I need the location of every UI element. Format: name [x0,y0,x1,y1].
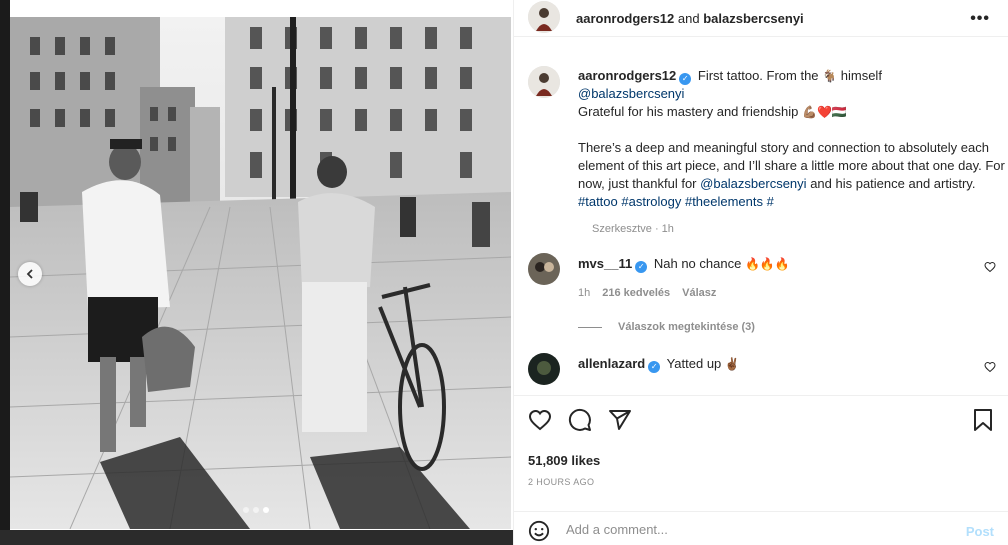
backdrop-left [0,0,10,545]
mention-link-2[interactable]: @balazsbercsenyi [700,176,806,191]
carousel-dot-active [263,507,269,513]
comment-item: allenlazard ✓ Yatted up ✌🏾 [514,353,1008,385]
post-header: aaronrodgers12 and balazsbercsenyi ••• [514,0,1008,37]
comment-input[interactable] [566,518,946,540]
coauthor-username-link[interactable]: balazsbercsenyi [703,11,803,26]
comment-meta: 1h 216 kedvelés Válasz [578,287,1008,299]
and-text: and [677,10,700,26]
caption-line2-emoji: 💪🏽❤️🇭🇺 [802,105,847,119]
commenter-avatar[interactable] [528,353,560,385]
caption-avatar[interactable] [528,66,560,98]
caption-para-end: and his patience and artistry. [810,176,976,191]
comment-item: mvs__11 ✓ Nah no chance 🔥🔥🔥 1h 216 kedvel… [514,253,1008,333]
emoji-icon[interactable] [528,520,550,542]
bookmark-icon[interactable] [972,408,994,432]
share-icon[interactable] [608,408,632,432]
caption-edited-time: Szerkesztve · 1h [592,223,674,235]
hashtags[interactable]: #tattoo #astrology #theelements # [578,194,774,209]
action-bar [514,395,1008,445]
chevron-left-icon [26,269,33,279]
photo-scene [10,17,511,529]
comment-like-heart-icon[interactable] [984,261,996,273]
view-replies-button[interactable]: Válaszok megtekintése (3) [578,321,1008,333]
post-authors: aaronrodgers12 and balazsbercsenyi [576,11,804,26]
post-button[interactable]: Post [966,524,994,539]
verified-badge-icon: ✓ [648,361,661,373]
backdrop-bottom [0,530,513,545]
commenter-avatar[interactable] [528,253,560,285]
comment-like-heart-icon[interactable] [984,361,996,373]
comment-body: Nah no chance [653,256,742,271]
heart-icon[interactable] [528,408,552,432]
comment-text: mvs__11 ✓ Nah no chance 🔥🔥🔥 [578,253,1008,273]
fire-emoji: 🔥🔥🔥 [744,257,790,271]
verified-badge-icon: ✓ [679,73,692,85]
goat-emoji: 🐐 [822,69,838,83]
comment-time: 1h [578,287,591,299]
caption-username-link[interactable]: aaronrodgers12 [578,68,676,83]
author-avatar[interactable] [528,1,560,33]
view-replies-label: Válaszok megtekintése (3) [618,321,755,333]
replies-divider [578,326,602,328]
caption-text: aaronrodgers12 ✓ First tattoo. From the 🐐… [578,52,1008,211]
verified-badge-icon: ✓ [635,261,648,273]
caption-line1: First tattoo. From the [697,68,819,83]
more-options-icon[interactable]: ••• [970,10,990,28]
carousel-prev-button[interactable] [18,262,42,286]
caption-line2: Grateful for his mastery and friendship [578,104,799,119]
post-side-panel: aaronrodgers12 and balazsbercsenyi ••• a… [513,0,1008,545]
carousel-dot [253,507,259,513]
comments-scroll-area[interactable]: aaronrodgers12 ✓ First tattoo. From the 🐐… [514,52,1008,392]
carousel-dot [243,507,249,513]
add-comment-bar: Post [514,511,1008,545]
comment-username-link[interactable]: mvs__11 [578,256,632,271]
mention-link[interactable]: @balazsbercsenyi [578,86,684,101]
comment-username-link[interactable]: allenlazard [578,356,645,371]
caption-paragraph: There’s a deep and meaningful story and … [578,139,1008,211]
caption: aaronrodgers12 ✓ First tattoo. From the 🐐… [514,52,1008,235]
post-photo[interactable] [10,17,511,529]
caption-line1-end: himself [840,68,882,83]
comment-icon[interactable] [568,408,592,432]
comment-text: allenlazard ✓ Yatted up ✌🏾 [578,353,1008,373]
author-username-link[interactable]: aaronrodgers12 [576,11,674,26]
post-time: 2 HOURS AGO [528,477,595,487]
likes-count[interactable]: 51,809 likes [528,453,600,468]
carousel-indicator [243,507,269,513]
reply-button[interactable]: Válasz [682,287,716,299]
comment-body: Yatted up [666,356,722,371]
peace-emoji: ✌🏾 [724,357,740,371]
comment-likes-link[interactable]: 216 kedvelés [602,287,670,299]
